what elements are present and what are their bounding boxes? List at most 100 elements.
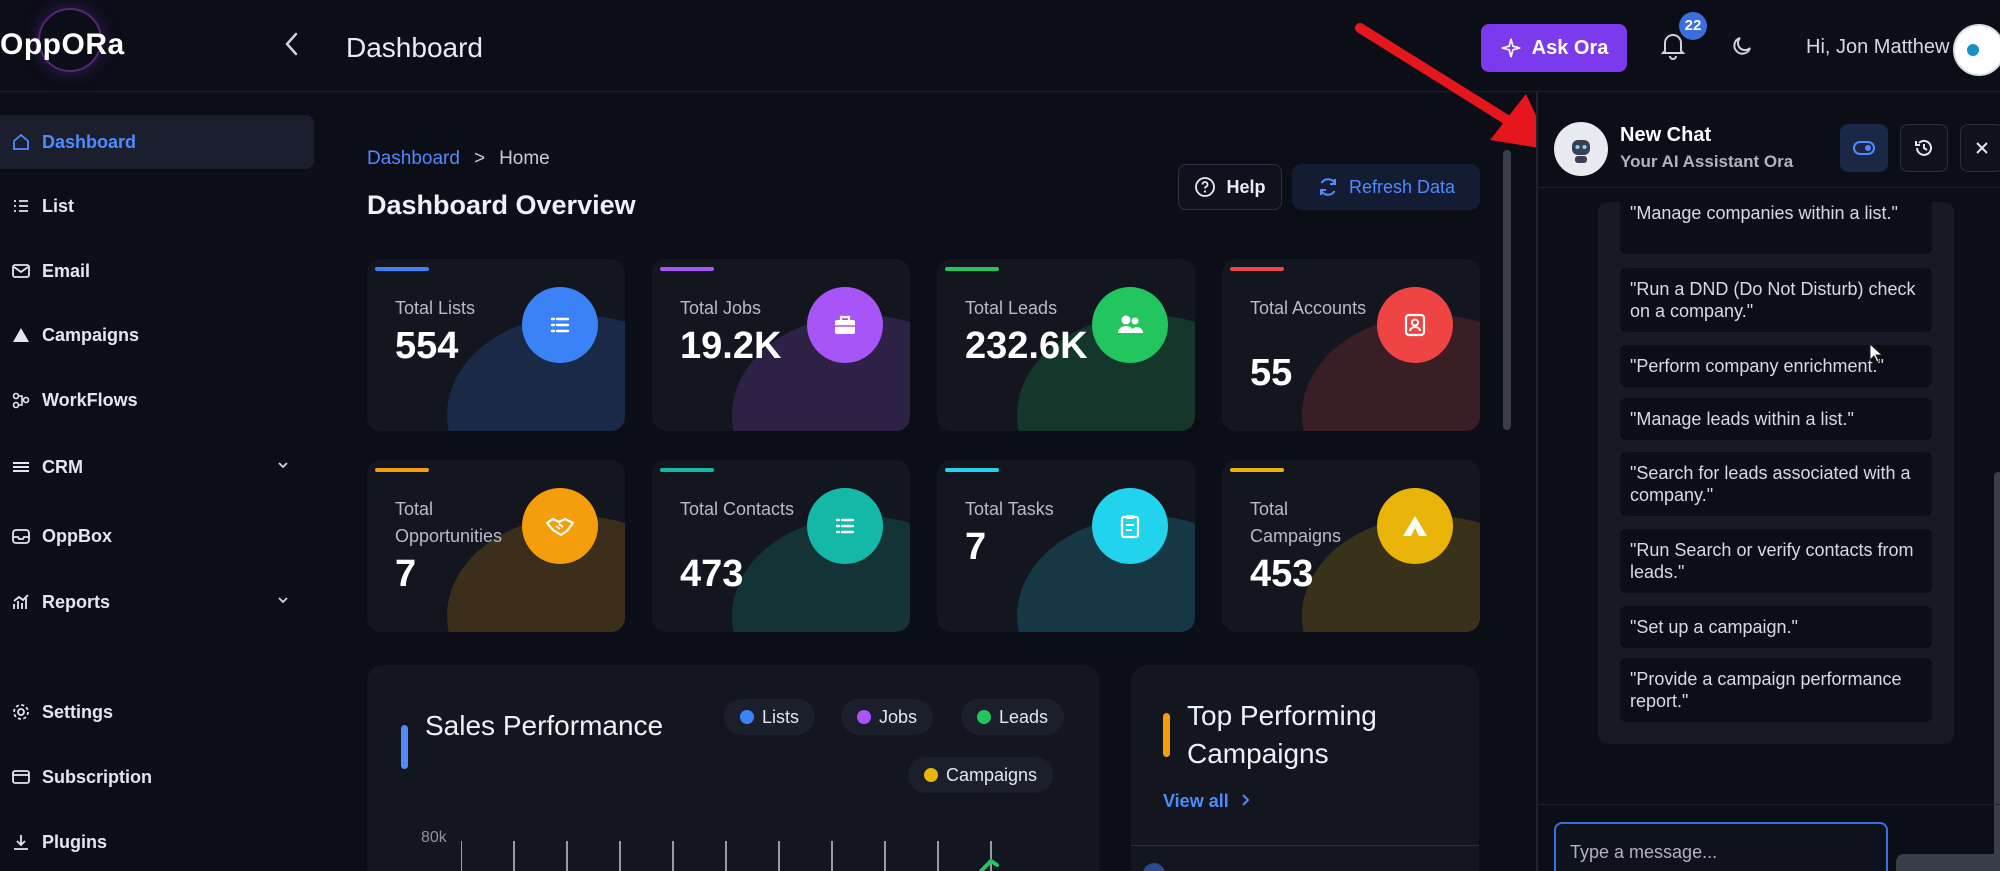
legend-lists[interactable]: Lists (724, 699, 816, 735)
legend-label: Leads (999, 706, 1049, 727)
legend-campaigns[interactable]: Campaigns (908, 757, 1054, 793)
suggestion-item[interactable]: "Search for leads associated with a comp… (1620, 452, 1932, 516)
stat-label: Total Jobs (680, 298, 762, 318)
stat-label: Total Campaigns (1250, 499, 1342, 546)
suggestion-item[interactable]: "Manage leads within a list." (1620, 398, 1932, 440)
breadcrumb-root[interactable]: Dashboard (367, 148, 460, 169)
chat-header: New Chat Your AI Assistant Ora (1538, 92, 2000, 188)
refresh-data-button[interactable]: Refresh Data (1292, 164, 1480, 210)
chat-subtitle: Your AI Assistant Ora (1620, 152, 1794, 171)
suggestion-item[interactable]: "Manage companies within a list." (1620, 198, 1932, 254)
legend-dot (857, 710, 871, 724)
mail-icon (10, 260, 32, 282)
sidebar-item-subscription[interactable]: Subscription (0, 750, 314, 804)
top-campaigns-panel: Top Performing Campaigns (1131, 665, 1479, 871)
legend-dot (924, 768, 938, 782)
message-input[interactable] (1554, 822, 1888, 871)
stat-card-total-accounts[interactable]: Total Accounts 55 (1222, 259, 1480, 431)
users-icon (1092, 287, 1168, 363)
chat-divider (1538, 804, 2000, 805)
panel-divider (1131, 845, 1479, 846)
card-accent (375, 468, 429, 472)
main-scrollbar[interactable] (1503, 150, 1511, 430)
stat-card-total-leads[interactable]: Total Leads 232.6K (937, 259, 1195, 431)
chevron-down-icon (278, 462, 288, 469)
sidebar-item-plugins[interactable]: Plugins (0, 815, 314, 869)
suggestion-item[interactable]: "Set up a campaign." (1620, 606, 1932, 648)
sidebar-item-settings[interactable]: Settings (0, 685, 314, 739)
sidebar-item-label: List (42, 195, 75, 216)
sidebar-item-list[interactable]: List (0, 179, 314, 233)
chevron-down-icon (278, 597, 288, 604)
stat-label: Total Accounts (1250, 298, 1367, 318)
toggle-icon (1853, 141, 1875, 155)
panel-accent (1163, 713, 1170, 757)
sidebar-item-dashboard[interactable]: Dashboard (0, 115, 314, 169)
user-avatar[interactable] (1953, 24, 2000, 76)
account-icon (1377, 287, 1453, 363)
stat-card-total-tasks[interactable]: Total Tasks 7 (937, 460, 1195, 632)
help-button[interactable]: Help (1178, 164, 1282, 210)
notification-badge: 22 (1679, 12, 1707, 40)
breadcrumb: Dashboard > Home (367, 148, 550, 170)
stat-card-total-jobs[interactable]: Total Jobs 19.2K (652, 259, 910, 431)
chevron-right-icon (1242, 794, 1250, 806)
collapse-sidebar-button[interactable] (280, 30, 304, 60)
card-accent (945, 468, 999, 472)
download-icon (10, 831, 32, 853)
overview-title: Dashboard Overview (367, 190, 636, 220)
briefcase-icon (807, 287, 883, 363)
logo[interactable]: OppORa (0, 28, 125, 62)
robot-icon (1554, 122, 1608, 176)
close-chat-button[interactable] (1960, 124, 2000, 172)
sidebar-item-label: Email (42, 260, 91, 281)
sidebar-item-crm[interactable]: CRM (0, 440, 314, 494)
refresh-icon (1319, 178, 1336, 196)
legend-dot (977, 710, 991, 724)
ask-ora-label: Ask Ora (1531, 36, 1609, 59)
view-all-link[interactable]: View all (1163, 791, 1252, 812)
chat-history-button[interactable] (1900, 124, 1948, 172)
stat-label: Total Lists (395, 298, 476, 318)
card-accent (1230, 267, 1284, 271)
y-axis-tick: 80k (421, 829, 447, 846)
sidebar-item-campaigns[interactable]: Campaigns (0, 308, 314, 362)
sidebar-item-oppbox[interactable]: OppBox (0, 509, 314, 563)
legend-label: Jobs (879, 706, 918, 727)
stat-value: 473 (680, 553, 744, 595)
page-title: Dashboard (346, 32, 483, 63)
card-accent (1230, 468, 1284, 472)
sidebar-item-reports[interactable]: Reports (0, 575, 314, 629)
stat-card-total-contacts[interactable]: Total Contacts 473 (652, 460, 910, 632)
suggestion-item[interactable]: "Run Search or verify contacts from lead… (1620, 529, 1932, 593)
breadcrumb-separator: > (473, 148, 486, 169)
sidebar-item-label: WorkFlows (42, 389, 138, 410)
legend-jobs[interactable]: Jobs (841, 699, 934, 735)
suggestion-item[interactable]: "Provide a campaign performance report." (1620, 658, 1932, 722)
close-icon (1976, 142, 1988, 154)
stat-value: 7 (965, 526, 987, 568)
legend-label: Lists (762, 706, 800, 727)
sidebar-item-email[interactable]: Email (0, 244, 314, 298)
view-all-label: View all (1163, 791, 1229, 811)
legend-leads[interactable]: Leads (961, 699, 1065, 735)
theme-toggle-button[interactable] (1730, 34, 1756, 60)
workflow-icon (10, 389, 32, 411)
refresh-label: Refresh Data (1348, 176, 1456, 197)
help-label: Help (1226, 176, 1266, 197)
sidebar-item-workflows[interactable]: WorkFlows (0, 373, 314, 427)
sidebar-item-label: Reports (42, 591, 111, 612)
list-icon (10, 195, 32, 217)
suggestion-item[interactable]: "Run a DND (Do Not Disturb) check on a c… (1620, 268, 1932, 332)
sales-performance-panel: Sales Performance Lists Jobs Leads Campa… (367, 665, 1099, 871)
stat-card-total-opportunities[interactable]: Total Opportunities 7 (367, 460, 625, 632)
stat-card-total-campaigns[interactable]: Total Campaigns 453 (1222, 460, 1480, 632)
sidebar-item-label: Plugins (42, 831, 108, 852)
chat-scrollbar[interactable] (1994, 472, 2000, 871)
stat-value: 554 (395, 325, 459, 367)
ask-ora-button[interactable]: Ask Ora (1481, 24, 1627, 72)
toggle-mode-button[interactable] (1840, 124, 1888, 172)
send-button[interactable] (1896, 854, 2000, 871)
suggestion-item[interactable]: "Perform company enrichment." (1620, 345, 1932, 387)
stat-card-total-lists[interactable]: Total Lists 554 (367, 259, 625, 431)
